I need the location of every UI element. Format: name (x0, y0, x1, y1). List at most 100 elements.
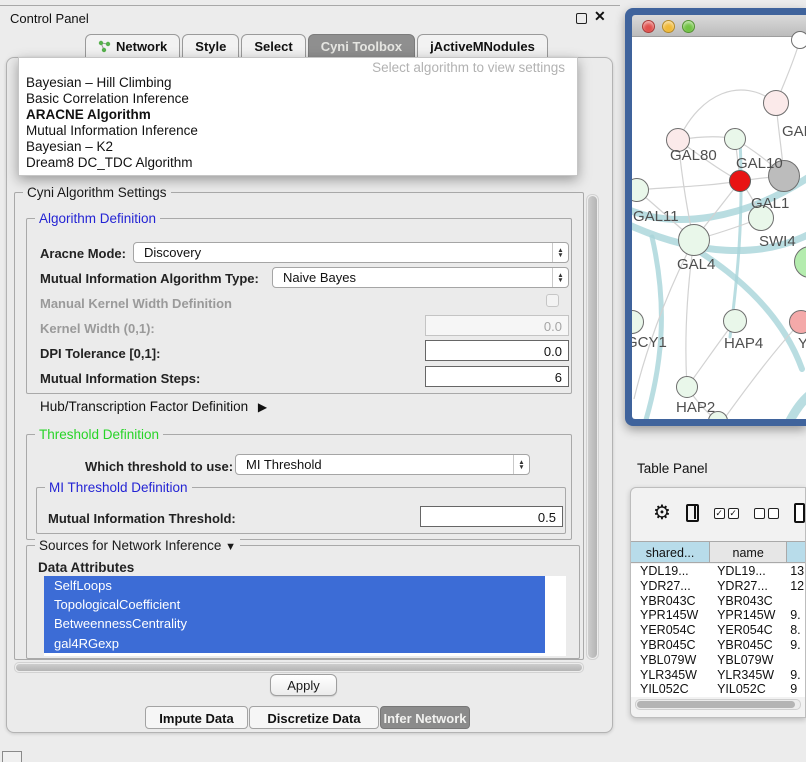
manual-kernel-checkbox[interactable] (546, 294, 559, 307)
mi-type-combobox[interactable]: Naive Bayes ▲▼ (272, 267, 569, 288)
apply-button[interactable]: Apply (270, 674, 337, 696)
float-window-icon[interactable] (576, 13, 587, 24)
manual-kernel-label: Manual Kernel Width Definition (40, 296, 232, 311)
column-header-shared-name[interactable]: shared... (631, 542, 710, 562)
network-node-gal4[interactable] (678, 224, 710, 256)
node-label-gal11: GAL11 (633, 208, 679, 225)
network-node-y[interactable] (789, 310, 806, 334)
table-row[interactable]: YPR145WYPR145W9. (631, 608, 805, 623)
table-horizontal-scrollbar[interactable] (635, 699, 801, 710)
cell: 12 (787, 579, 805, 594)
scrollbar-thumb[interactable] (637, 701, 795, 708)
mi-type-value: Naive Bayes (283, 270, 356, 285)
cell: 9. (787, 668, 805, 683)
combo-stepper-icon: ▲▼ (552, 243, 568, 262)
column-header-cut[interactable] (787, 542, 805, 562)
network-view-window: GAL GAL80 GAL10 GAL1 GAL11 SWI4 GAL4 GCY… (625, 8, 806, 426)
mi-steps-label: Mutual Information Steps: (40, 371, 200, 386)
kernel-width-input[interactable]: 0.0 (425, 315, 569, 336)
table-row[interactable]: YBR045CYBR045C9. (631, 638, 805, 653)
tab-infer-network[interactable]: Infer Network (380, 706, 470, 729)
chevron-down-icon: ▼ (225, 541, 236, 553)
cell: YIL052C (710, 682, 787, 697)
dropdown-item-aracne[interactable]: ARACNE Algorithm (26, 107, 151, 122)
scrollbar-thumb[interactable] (588, 196, 597, 658)
network-node-hap4[interactable] (723, 309, 747, 333)
zoom-traffic-light[interactable] (682, 20, 695, 33)
sources-expander[interactable]: Sources for Network Inference ▼ (35, 538, 240, 553)
uncheck-all-icon[interactable] (754, 508, 779, 519)
attribute-topologicalcoefficient[interactable]: TopologicalCoefficient (44, 595, 545, 614)
cell: YBR043C (710, 594, 787, 609)
network-node[interactable] (791, 31, 806, 49)
dropdown-item-bayesian-hill-climbing[interactable]: Bayesian – Hill Climbing (26, 75, 172, 90)
split-columns-icon[interactable] (686, 504, 699, 522)
table-row[interactable]: YLR345WYLR345W9. (631, 668, 805, 683)
data-attributes-list: SelfLoops TopologicalCoefficient Between… (44, 576, 566, 656)
settings-vertical-scrollbar[interactable] (586, 194, 599, 660)
dropdown-item-dream8[interactable]: Dream8 DC_TDC Algorithm (26, 155, 193, 170)
minimized-window-icon[interactable] (2, 751, 22, 762)
table-row[interactable]: YBL079WYBL079W (631, 653, 805, 668)
mi-threshold-definition-title: MI Threshold Definition (45, 480, 192, 495)
table-row[interactable]: YIL052CYIL052C9 (631, 682, 805, 697)
cell (787, 653, 805, 668)
tab-style-label: Style (195, 39, 226, 54)
network-node-gal1[interactable] (729, 170, 751, 192)
kernel-width-label: Kernel Width (0,1): (40, 321, 155, 336)
close-icon[interactable]: ✕ (594, 8, 606, 25)
tab-impute-data[interactable]: Impute Data (145, 706, 248, 729)
cell: YBL079W (710, 653, 787, 668)
cell: YDL19... (631, 564, 710, 579)
attribute-gal4rgexp[interactable]: gal4RGexp (44, 634, 545, 653)
network-canvas[interactable]: GAL GAL80 GAL10 GAL1 GAL11 SWI4 GAL4 GCY… (632, 37, 806, 419)
dropdown-item-bayesian-k2[interactable]: Bayesian – K2 (26, 139, 113, 154)
node-label-gal1: GAL1 (751, 195, 789, 212)
gear-icon[interactable]: ⚙ (653, 503, 671, 523)
which-threshold-value: MI Threshold (246, 457, 322, 472)
column-header-name[interactable]: name (710, 542, 787, 562)
table-row[interactable]: YDL19...YDL19...13 (631, 564, 805, 579)
aracne-mode-value: Discovery (144, 245, 201, 260)
combo-stepper-icon: ▲▼ (513, 455, 529, 474)
cell: YDR27... (631, 579, 710, 594)
mi-steps-input[interactable]: 6 (425, 366, 569, 387)
scrollbar-thumb[interactable] (16, 664, 582, 671)
minimize-traffic-light[interactable] (662, 20, 675, 33)
algorithm-dropdown-popup: Select algorithm to view settings Bayesi… (18, 57, 578, 176)
table-row[interactable]: YDR27...YDR27...12 (631, 579, 805, 594)
node-label-gal10: GAL10 (736, 155, 783, 172)
network-node-gal[interactable] (763, 90, 789, 116)
screen: Control Panel ✕ Network Style Select Cyn… (0, 0, 806, 762)
node-label-gal: GAL (782, 123, 806, 140)
table-body: YDL19...YDL19...13 YDR27...YDR27...12 YB… (631, 564, 805, 697)
table-row[interactable]: YER054CYER054C8. (631, 623, 805, 638)
attribute-selfloops[interactable]: SelfLoops (44, 576, 545, 595)
sources-title: Sources for Network Inference (39, 538, 221, 553)
network-node-hap2[interactable] (676, 376, 698, 398)
aracne-mode-combobox[interactable]: Discovery ▲▼ (133, 242, 569, 263)
cell: YDR27... (710, 579, 787, 594)
tab-discretize-data[interactable]: Discretize Data (249, 706, 379, 729)
network-node[interactable] (724, 128, 746, 150)
table-row[interactable]: YBR043CYBR043C (631, 594, 805, 609)
dropdown-item-basic-correlation[interactable]: Basic Correlation Inference (26, 91, 189, 106)
document-icon[interactable] (794, 503, 805, 523)
settings-horizontal-scrollbar[interactable] (14, 662, 584, 673)
dropdown-item-mutual-information[interactable]: Mutual Information Inference (26, 123, 198, 138)
mi-type-label: Mutual Information Algorithm Type: (40, 271, 259, 286)
cell (787, 594, 805, 609)
cell: YBL079W (631, 653, 710, 668)
cell: YBR043C (631, 594, 710, 609)
dpi-tolerance-input[interactable]: 0.0 (425, 340, 569, 361)
attribute-betweennesscentrality[interactable]: BetweennessCentrality (44, 614, 545, 633)
network-window-titlebar[interactable] (632, 15, 806, 37)
cell: YPR145W (710, 608, 787, 623)
hub-definition-expander[interactable]: Hub/Transcription Factor Definition ▶ (40, 399, 267, 414)
combo-stepper-icon: ▲▼ (552, 268, 568, 287)
check-all-icon[interactable]: ✓✓ (714, 508, 739, 519)
which-threshold-combobox[interactable]: MI Threshold ▲▼ (235, 454, 530, 475)
close-traffic-light[interactable] (642, 20, 655, 33)
cell: 8. (787, 623, 805, 638)
mi-threshold-input[interactable]: 0.5 (420, 506, 563, 527)
